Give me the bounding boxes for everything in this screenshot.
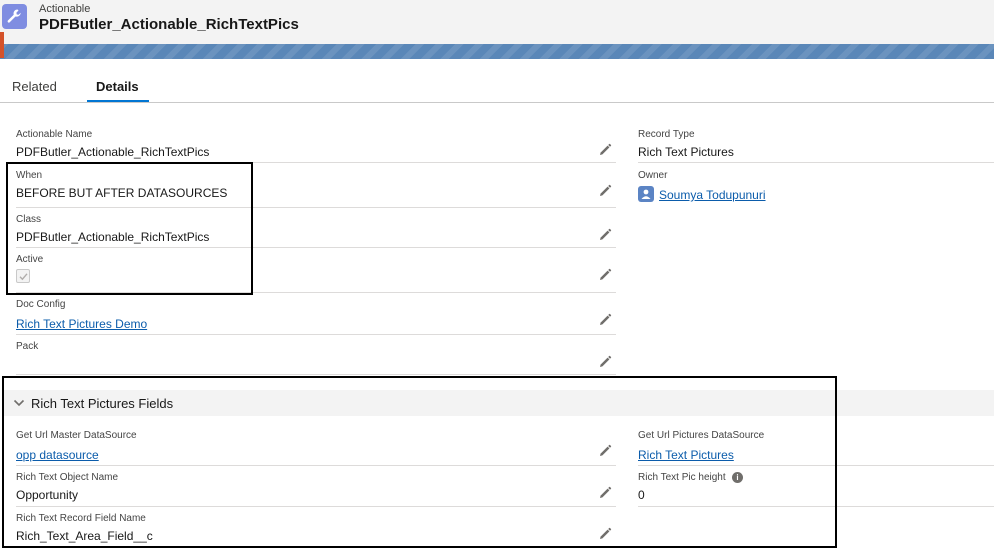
tab-related[interactable]: Related	[12, 79, 57, 94]
field-divider	[16, 506, 616, 507]
wrench-icon	[2, 4, 27, 29]
user-icon	[641, 189, 651, 199]
actionable-name-value: PDFButler_Actionable_RichTextPics	[16, 145, 210, 159]
class-value: PDFButler_Actionable_RichTextPics	[16, 230, 210, 244]
section-header[interactable]: Rich Text Pictures Fields	[4, 390, 994, 416]
object-type-label: Actionable	[39, 3, 91, 15]
section-title: Rich Text Pictures Fields	[31, 396, 174, 411]
get-url-master-datasource-link[interactable]: opp datasource	[16, 448, 99, 462]
rich-text-pic-height-value: 0	[638, 488, 645, 502]
when-value: BEFORE BUT AFTER DATASOURCES	[16, 186, 228, 200]
field-divider	[16, 162, 616, 163]
field-actionable-name: Actionable Name PDFButler_Actionable_Ric…	[16, 129, 616, 163]
field-label: Active	[16, 254, 44, 265]
field-pack: Pack	[16, 341, 616, 375]
edit-pencil-icon[interactable]	[598, 268, 612, 282]
field-label: Owner	[638, 170, 668, 181]
edit-pencil-icon[interactable]	[598, 228, 612, 242]
field-label: Get Url Pictures DataSource	[638, 430, 765, 441]
chevron-down-icon[interactable]	[12, 396, 26, 410]
owner-link[interactable]: Soumya Todupunuri	[659, 188, 766, 202]
field-label: Record Type	[638, 129, 695, 140]
edit-pencil-icon[interactable]	[598, 184, 612, 198]
field-class: Class PDFButler_Actionable_RichTextPics	[16, 214, 616, 248]
header-banner-accent	[0, 32, 4, 58]
edit-pencil-icon[interactable]	[598, 486, 612, 500]
get-url-pictures-datasource-link[interactable]: Rich Text Pictures	[638, 448, 734, 462]
field-divider	[638, 506, 994, 507]
field-active: Active	[16, 254, 616, 293]
field-divider	[16, 247, 616, 248]
edit-pencil-icon[interactable]	[598, 444, 612, 458]
tab-details[interactable]: Details	[96, 79, 139, 94]
field-label: Rich Text Record Field Name	[16, 513, 146, 524]
edit-pencil-icon[interactable]	[598, 355, 612, 369]
field-label: Rich Text Object Name	[16, 472, 119, 483]
field-rich-text-record-field-name: Rich Text Record Field Name Rich_Text_Ar…	[16, 513, 616, 545]
rich-text-object-name-value: Opportunity	[16, 488, 79, 502]
doc-config-link[interactable]: Rich Text Pictures Demo	[16, 317, 147, 331]
field-divider	[16, 292, 616, 293]
field-label: Pack	[16, 341, 39, 352]
field-rich-text-object-name: Rich Text Object Name Opportunity	[16, 472, 616, 507]
header-banner	[0, 44, 994, 59]
field-divider	[638, 162, 994, 163]
checkmark-icon	[19, 272, 28, 280]
field-divider	[638, 465, 994, 466]
info-icon[interactable]: i	[732, 472, 743, 483]
edit-pencil-icon[interactable]	[598, 143, 612, 157]
rich-text-record-field-name-value: Rich_Text_Area_Field__c	[16, 529, 153, 543]
field-get-url-pictures-datasource: Get Url Pictures DataSource Rich Text Pi…	[638, 430, 994, 466]
field-owner: Owner Soumya Todupunuri	[638, 170, 994, 208]
field-rich-text-pic-height: Rich Text Pic height i 0	[638, 472, 994, 507]
field-label: Rich Text Pic height	[638, 472, 726, 483]
record-title: PDFButler_Actionable_RichTextPics	[39, 16, 299, 33]
field-divider	[16, 207, 616, 208]
field-label: Doc Config	[16, 299, 66, 310]
record-type-value: Rich Text Pictures	[638, 145, 734, 159]
owner-avatar	[638, 186, 654, 202]
field-when: When BEFORE BUT AFTER DATASOURCES	[16, 170, 616, 208]
field-record-type: Record Type Rich Text Pictures	[638, 129, 994, 163]
field-divider	[16, 334, 616, 335]
edit-pencil-icon[interactable]	[598, 527, 612, 541]
field-doc-config: Doc Config Rich Text Pictures Demo	[16, 299, 616, 335]
active-checkbox	[16, 269, 30, 283]
field-label: Actionable Name	[16, 129, 93, 140]
tabs-divider	[0, 102, 994, 103]
field-label: Class	[16, 214, 42, 225]
field-label: Get Url Master DataSource	[16, 430, 137, 441]
edit-pencil-icon[interactable]	[598, 313, 612, 327]
field-divider	[16, 374, 616, 375]
record-header: Actionable PDFButler_Actionable_RichText…	[0, 0, 994, 44]
field-divider	[16, 465, 616, 466]
field-label: When	[16, 170, 43, 181]
field-get-url-master-datasource: Get Url Master DataSource opp datasource	[16, 430, 616, 466]
